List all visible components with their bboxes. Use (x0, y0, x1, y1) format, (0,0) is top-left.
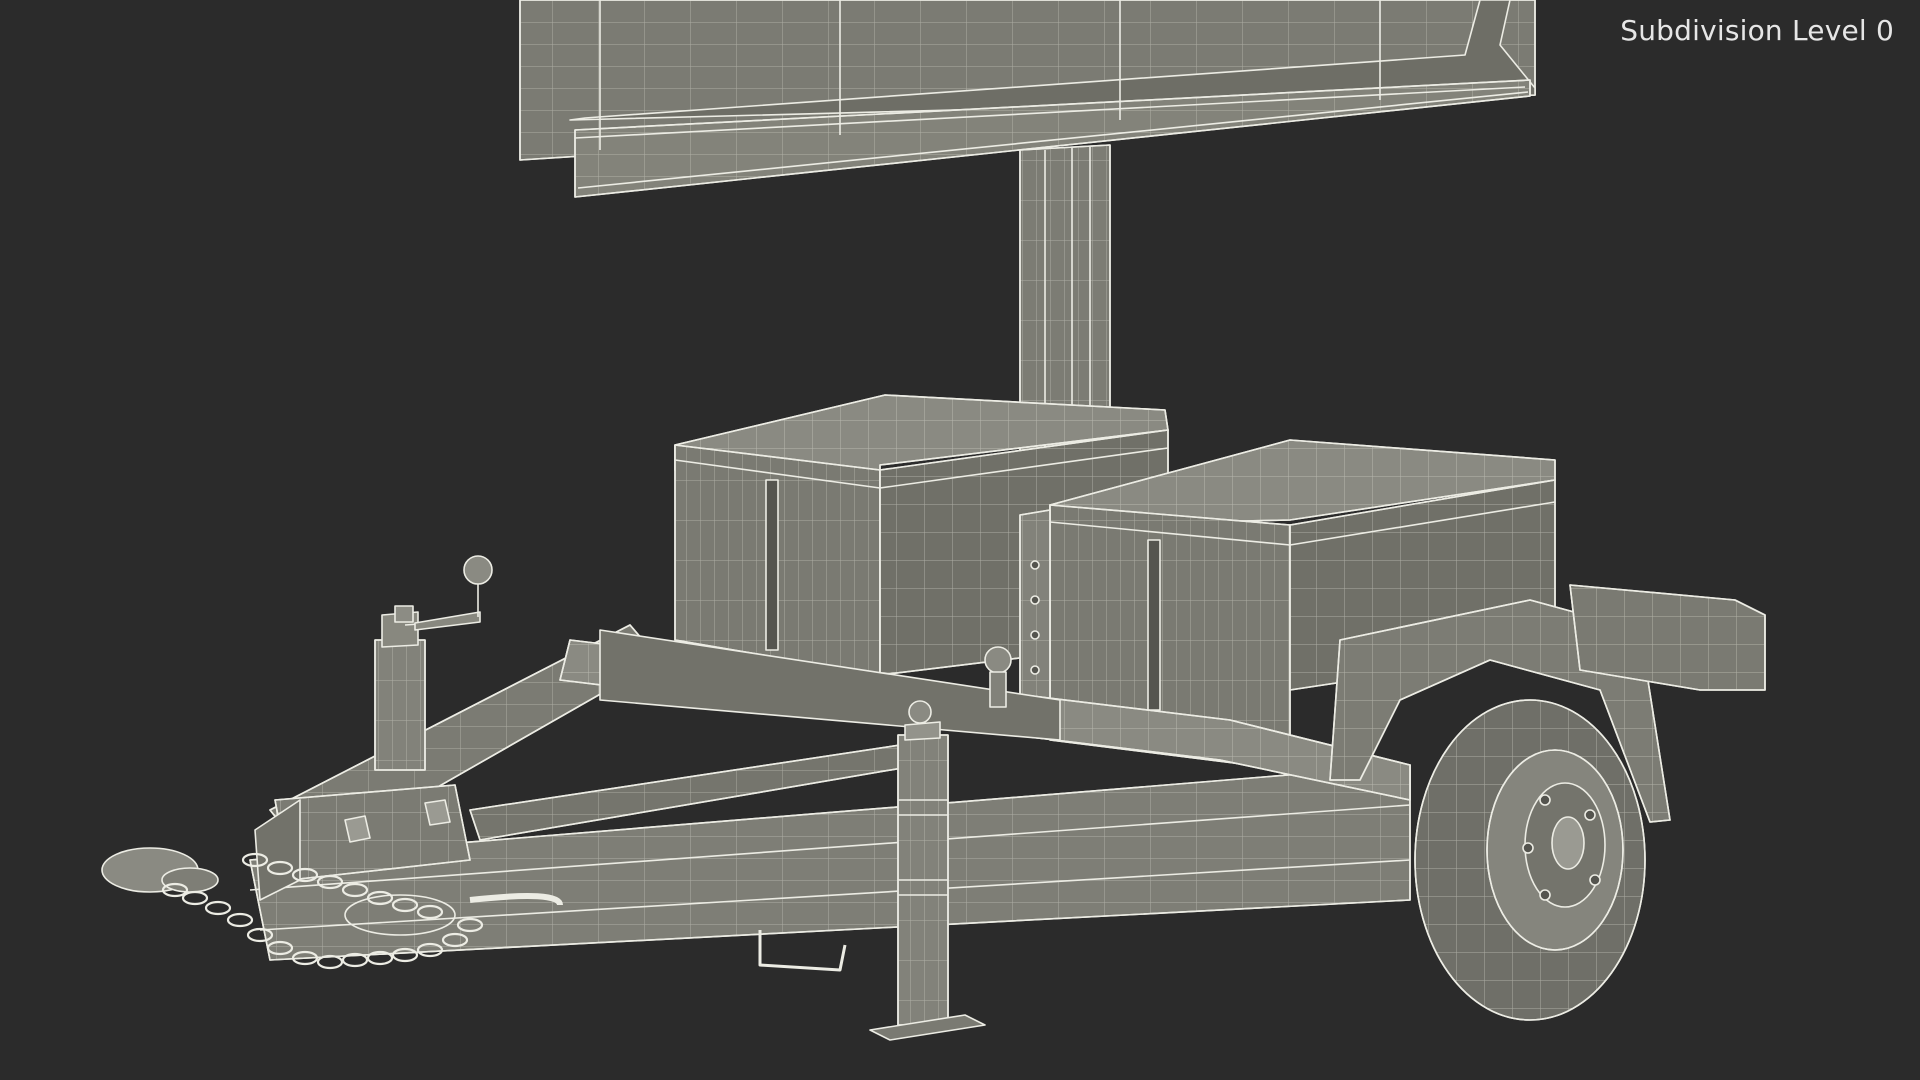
render-viewport: Subdivision Level 0 (0, 0, 1920, 1080)
trailer-wheel (1414, 699, 1646, 1021)
trailer-wireframe-model (101, 0, 1766, 1041)
frame-handle (758, 930, 847, 972)
subdivision-level-label: Subdivision Level 0 (1620, 14, 1894, 47)
